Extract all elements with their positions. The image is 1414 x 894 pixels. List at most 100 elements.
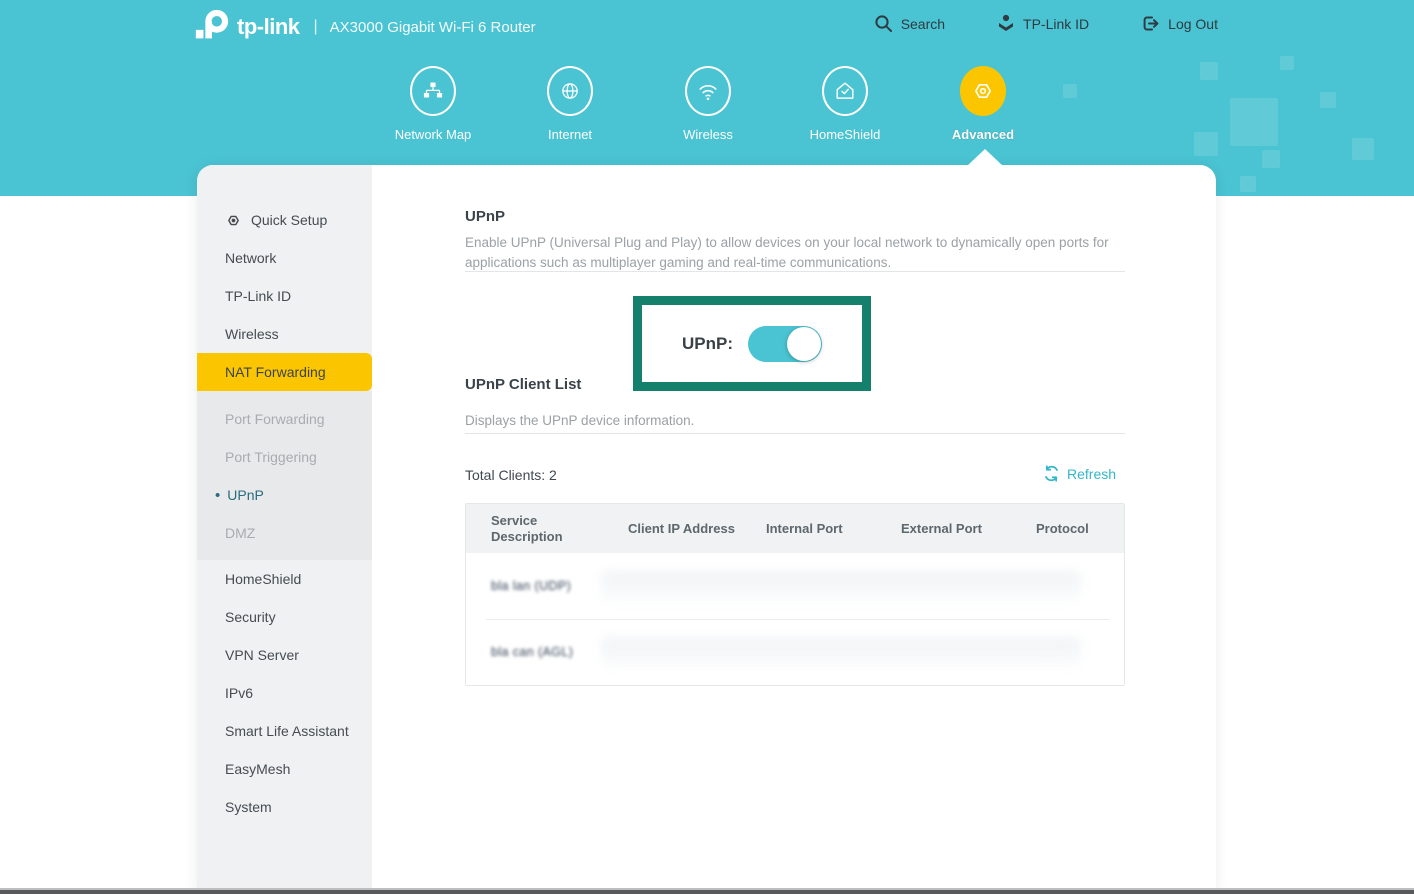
home-shield-icon xyxy=(822,66,868,116)
sidebar-item-security[interactable]: Security xyxy=(197,598,372,636)
upnp-toggle-label: UPnP: xyxy=(682,334,733,354)
nav-label: Wireless xyxy=(638,127,778,142)
sidebar-item-label: Quick Setup xyxy=(251,212,327,228)
search-icon xyxy=(874,14,893,33)
sidebar-item-label: EasyMesh xyxy=(225,761,290,777)
tplink-id-button[interactable]: TP-Link ID xyxy=(997,14,1089,33)
brand-name: tp-link xyxy=(237,14,300,40)
nav-label: Advanced xyxy=(913,127,1053,142)
sidebar-item-nat-forwarding[interactable]: NAT Forwarding xyxy=(197,353,372,391)
nav-homeshield[interactable]: HomeShield xyxy=(775,66,915,142)
brand-divider: | xyxy=(314,18,318,36)
deco-square xyxy=(1063,84,1077,98)
sidebar-subitem-dmz[interactable]: DMZ xyxy=(197,514,372,552)
sidebar-item-label: NAT Forwarding xyxy=(225,364,326,380)
sidebar-item-vpn-server[interactable]: VPN Server xyxy=(197,636,372,674)
sidebar-item-tplink-id[interactable]: TP-Link ID xyxy=(197,277,372,315)
nav-advanced[interactable]: Advanced xyxy=(913,66,1053,142)
selected-bullet: • xyxy=(215,487,220,504)
upnp-client-table: Service Description Client IP Address In… xyxy=(465,503,1125,686)
gear-icon xyxy=(960,66,1006,116)
nav-network-map[interactable]: Network Map xyxy=(363,66,503,142)
deco-square xyxy=(1320,92,1336,108)
product-title: AX3000 Gigabit Wi-Fi 6 Router xyxy=(330,19,536,36)
sidebar-item-label: Network xyxy=(225,250,276,266)
sidebar-subitem-label: Port Forwarding xyxy=(225,411,325,427)
col-header-service-description: Service Description xyxy=(466,504,603,553)
deco-square xyxy=(1352,138,1374,160)
col-header-internal-port: Internal Port xyxy=(741,504,876,553)
user-icon xyxy=(997,14,1015,33)
brand-logo: tp-link | AX3000 Gigabit Wi-Fi 6 Router xyxy=(193,8,536,46)
deco-square xyxy=(1262,150,1280,168)
sidebar-item-label: VPN Server xyxy=(225,647,299,663)
cell-service-description: bla lan (UDP) xyxy=(466,553,603,619)
window-bottom-edge xyxy=(0,888,1414,894)
divider xyxy=(465,271,1125,272)
sidebar-item-easymesh[interactable]: EasyMesh xyxy=(197,750,372,788)
wifi-icon xyxy=(685,66,731,116)
nav-label: HomeShield xyxy=(775,127,915,142)
refresh-button[interactable]: Refresh xyxy=(1043,465,1125,482)
refresh-icon xyxy=(1043,465,1060,482)
sidebar-item-label: Wireless xyxy=(225,326,279,342)
client-list-description: Displays the UPnP device information. xyxy=(465,411,1125,431)
sidebar-item-label: Smart Life Assistant xyxy=(225,723,349,739)
refresh-label: Refresh xyxy=(1067,466,1116,482)
sidebar-item-network[interactable]: Network xyxy=(197,239,372,277)
client-list-title: UPnP Client List xyxy=(465,376,581,393)
redacted-cells-blur xyxy=(601,637,1081,667)
logout-button[interactable]: Log Out xyxy=(1141,14,1218,33)
upnp-section-title: UPnP xyxy=(465,208,505,225)
sidebar-item-homeshield[interactable]: HomeShield xyxy=(197,560,372,598)
sidebar-item-quick-setup[interactable]: Quick Setup xyxy=(197,201,372,239)
globe-icon xyxy=(547,66,593,116)
logout-label: Log Out xyxy=(1168,16,1218,32)
sidebar-subitem-upnp[interactable]: • UPnP xyxy=(197,476,372,514)
sidebar-item-smart-life-assistant[interactable]: Smart Life Assistant xyxy=(197,712,372,750)
nat-forwarding-submenu: Port Forwarding Port Triggering • UPnP D… xyxy=(197,391,372,560)
sidebar-subitem-label: DMZ xyxy=(225,525,255,541)
highlight-box: UPnP: xyxy=(633,296,871,391)
nav-label: Network Map xyxy=(363,127,503,142)
col-header-protocol: Protocol xyxy=(1011,504,1124,553)
total-clients-text: Total Clients: 2 xyxy=(465,467,557,483)
sidebar-item-ipv6[interactable]: IPv6 xyxy=(197,674,372,712)
sidebar-subitem-label: Port Triggering xyxy=(225,449,317,465)
tplink-logo-icon xyxy=(193,8,231,46)
sidebar-item-label: Security xyxy=(225,609,276,625)
sidebar-item-label: HomeShield xyxy=(225,571,301,587)
nav-wireless[interactable]: Wireless xyxy=(638,66,778,142)
sidebar-item-label: TP-Link ID xyxy=(225,288,291,304)
network-map-icon xyxy=(410,66,456,116)
deco-square xyxy=(1240,176,1256,192)
sidebar-item-label: System xyxy=(225,799,272,815)
table-header-row: Service Description Client IP Address In… xyxy=(466,504,1124,553)
sidebar: Quick Setup Network TP-Link ID Wireless … xyxy=(197,165,372,890)
search-label: Search xyxy=(901,16,945,32)
sidebar-subitem-port-triggering[interactable]: Port Triggering xyxy=(197,438,372,476)
divider xyxy=(465,433,1125,434)
cell-service-description: bla can (AGL) xyxy=(466,619,603,685)
col-header-client-ip: Client IP Address xyxy=(603,504,741,553)
col-header-external-port: External Port xyxy=(876,504,1011,553)
row-divider xyxy=(486,619,1110,620)
redacted-cells-blur xyxy=(601,571,1081,601)
sidebar-subitem-port-forwarding[interactable]: Port Forwarding xyxy=(197,400,372,438)
nav-internet[interactable]: Internet xyxy=(500,66,640,142)
nav-label: Internet xyxy=(500,127,640,142)
upnp-section-description: Enable UPnP (Universal Plug and Play) to… xyxy=(465,233,1125,273)
search-button[interactable]: Search xyxy=(874,14,945,33)
upnp-toggle[interactable] xyxy=(748,326,822,362)
logout-icon xyxy=(1141,14,1160,33)
deco-square xyxy=(1200,62,1218,80)
table-row: bla lan (UDP) UDP xyxy=(466,553,1124,619)
sidebar-item-system[interactable]: System xyxy=(197,788,372,826)
sidebar-item-wireless[interactable]: Wireless xyxy=(197,315,372,353)
table-row: bla can (AGL) UDP xyxy=(466,619,1124,685)
card-notch xyxy=(967,149,1003,166)
topbar: tp-link | AX3000 Gigabit Wi-Fi 6 Router … xyxy=(0,0,1414,54)
toggle-knob xyxy=(787,327,821,361)
deco-square xyxy=(1194,132,1218,156)
sidebar-item-label: IPv6 xyxy=(225,685,253,701)
